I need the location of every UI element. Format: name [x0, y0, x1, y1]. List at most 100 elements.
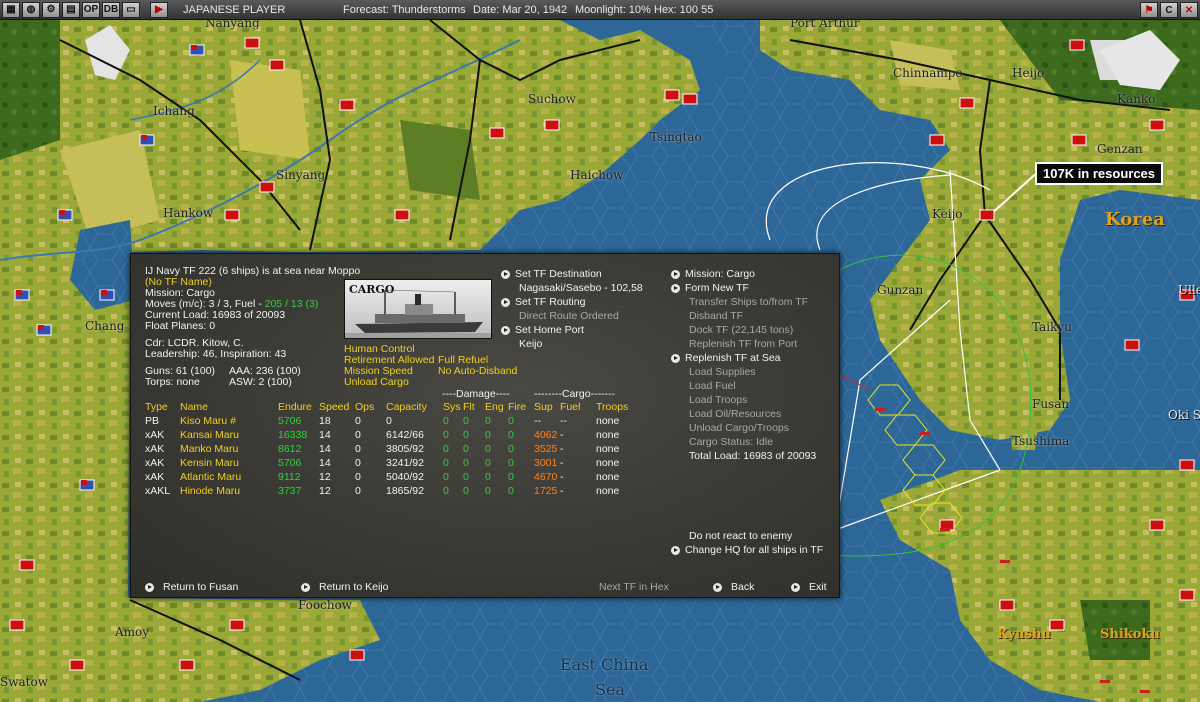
city-label-kanko[interactable]: Kanko	[1117, 92, 1155, 106]
next-tf-button[interactable]: Next TF in Hex	[599, 581, 669, 594]
replenish-sea-label: Replenish TF at Sea	[685, 352, 781, 364]
col-type[interactable]: Type	[145, 400, 180, 414]
col-fire[interactable]: Fire	[508, 400, 534, 414]
col-capacity[interactable]: Capacity	[386, 400, 443, 414]
c-icon[interactable]: C	[1160, 2, 1178, 18]
ship-row[interactable]: xAK Atlantic Maru 9112 12 0 5040/92 0 0 0 0 4670- n…	[145, 470, 636, 484]
city-label-genzan[interactable]: Genzan	[1097, 142, 1143, 156]
col-troops[interactable]: Troops	[596, 400, 636, 414]
city-label-sinyang[interactable]: Sinyang	[276, 168, 325, 182]
ship-name-cell[interactable]: Kensin Maru	[180, 456, 278, 470]
ship-row[interactable]: xAK Manko Maru 8612 14 0 3805/92 0 0 0 0 3525- none	[145, 442, 636, 456]
ship-name-cell[interactable]: Hinode Maru	[180, 484, 278, 498]
unload-cargo-toggle[interactable]: Unload Cargo	[344, 376, 409, 389]
disband-tf-button[interactable]: Disband TF	[689, 310, 743, 323]
globe-icon[interactable]: ◍	[22, 1, 40, 18]
set-destination-button[interactable]: Set TF Destination	[501, 268, 602, 281]
ship-eng-cell: 0	[485, 485, 491, 497]
city-label-foochow[interactable]: Foochow	[298, 598, 352, 612]
city-label-ulle[interactable]: Ulle	[1178, 283, 1200, 297]
db-label: DB	[103, 4, 119, 15]
routing-value: Direct Route Ordered	[519, 310, 619, 322]
city-label-fusan[interactable]: Fusan	[1032, 397, 1069, 411]
exit-button[interactable]: Exit	[791, 581, 827, 594]
load-oil-button[interactable]: Load Oil/Resources	[689, 408, 781, 421]
map-icon[interactable]: ▦	[2, 1, 20, 18]
ship-eng-cell: 0	[485, 443, 491, 455]
col-endure[interactable]: Endure	[278, 400, 319, 414]
tf-asw: ASW: 2 (100)	[229, 376, 292, 388]
ship-name-cell[interactable]: Kiso Maru #	[180, 414, 278, 428]
city-label-hankow[interactable]: Hankow	[163, 206, 213, 220]
load-troops-button[interactable]: Load Troops	[689, 394, 747, 407]
unload-cargo-button[interactable]: Unload Cargo/Troops	[689, 422, 789, 435]
form-new-tf-label: Form New TF	[685, 282, 749, 294]
ship-type-cell: xAK	[145, 443, 165, 455]
transfer-ships-button[interactable]: Transfer Ships to/from TF	[689, 296, 808, 309]
city-label-oki[interactable]: Oki S	[1168, 408, 1200, 422]
col-fuel[interactable]: Fuel	[560, 400, 596, 414]
flag-icon[interactable]: ⚑	[1140, 2, 1158, 18]
auto-disband-toggle[interactable]: No Auto-Disband	[438, 365, 517, 378]
ship-name-cell[interactable]: Kansai Maru	[180, 428, 278, 442]
arrow-icon	[671, 546, 680, 555]
back-button[interactable]: Back	[713, 581, 754, 594]
load-fuel-button[interactable]: Load Fuel	[689, 380, 736, 393]
city-label-ichang[interactable]: Ichang	[153, 104, 195, 118]
return-keijo-button[interactable]: Return to Keijo	[301, 581, 388, 594]
set-home-port-button[interactable]: Set Home Port	[501, 324, 584, 337]
col-name[interactable]: Name	[180, 400, 278, 414]
ship-row[interactable]: PB Kiso Maru #5706 18 0 0 0 0 0 0 -- -- none	[145, 414, 636, 428]
mission-button[interactable]: Mission: Cargo	[671, 268, 755, 281]
do-not-react-toggle[interactable]: Do not react to enemy	[689, 530, 792, 543]
ship-name-cell[interactable]: Manko Maru	[180, 442, 278, 456]
city-label-taikyu[interactable]: Taikyu	[1032, 320, 1072, 334]
settings-icon[interactable]: ⚙	[42, 1, 60, 18]
ship-speed-cell: 18	[319, 415, 331, 427]
replenish-sea-button[interactable]: Replenish TF at Sea	[671, 352, 781, 365]
city-label-tsingtao[interactable]: Tsingtao	[650, 130, 702, 144]
chart-icon[interactable]: ▤	[62, 1, 80, 18]
load-supplies-button[interactable]: Load Supplies	[689, 366, 756, 379]
replenish-port-button[interactable]: Replenish TF from Port	[689, 338, 797, 351]
col-speed[interactable]: Speed	[319, 400, 355, 414]
region-label-kyushu: Kyushu	[997, 627, 1051, 642]
window-icon[interactable]: ▭	[122, 1, 140, 18]
ship-name-cell[interactable]: Atlantic Maru	[180, 470, 278, 484]
col-ops[interactable]: Ops	[355, 400, 386, 414]
change-hq-label: Change HQ for all ships in TF	[685, 544, 824, 556]
city-label-heijo[interactable]: Heijo	[1012, 66, 1044, 80]
ship-endure-cell: 9112	[278, 471, 301, 483]
ship-row[interactable]: xAK Kansai Maru 16338 14 0 6142/66 0 0 0 0 4062- no…	[145, 428, 636, 442]
db-icon[interactable]: DB	[102, 1, 120, 18]
play-icon[interactable]: ▶	[150, 1, 168, 18]
ship-fire-cell: 0	[508, 415, 514, 427]
return-fusan-button[interactable]: Return to Fusan	[145, 581, 238, 594]
ship-row[interactable]: xAKL Hinode Maru 3737 12 0 1865/92 0 0 0 0 1725- no…	[145, 484, 636, 498]
city-label-chang[interactable]: Chang	[85, 319, 124, 333]
dock-tf-button[interactable]: Dock TF (22,145 tons)	[689, 324, 793, 337]
set-routing-button[interactable]: Set TF Routing	[501, 296, 585, 309]
city-label-swatow[interactable]: Swatow	[0, 675, 48, 689]
city-label-amoy[interactable]: Amoy	[115, 625, 149, 639]
ship-flt-cell: 0	[463, 457, 469, 469]
op-icon[interactable]: OP	[82, 1, 100, 18]
city-label-gunzan[interactable]: Gunzan	[877, 283, 923, 297]
col-eng[interactable]: Eng	[485, 400, 508, 414]
change-hq-button[interactable]: Change HQ for all ships in TF	[671, 544, 823, 557]
x-icon[interactable]: ✕	[1180, 2, 1198, 18]
task-force-panel: IJ Navy TF 222 (6 ships) is at sea near …	[130, 253, 840, 598]
set-destination-label: Set TF Destination	[515, 268, 602, 280]
city-label-keijo[interactable]: Keijo	[932, 207, 963, 221]
set-home-port-label: Set Home Port	[515, 324, 584, 336]
ship-row[interactable]: xAK Kensin Maru 5706 14 0 3241/92 0 0 0 0 3001- non…	[145, 456, 636, 470]
city-label-suchow[interactable]: Suchow	[528, 92, 576, 106]
col-sys[interactable]: Sys	[443, 400, 463, 414]
city-label-tsushima[interactable]: Tsushima	[1012, 434, 1069, 448]
col-flt[interactable]: Flt	[463, 400, 485, 414]
col-sup[interactable]: Sup	[534, 400, 560, 414]
ship-sup-cell: 3525	[534, 443, 558, 455]
form-new-tf-button[interactable]: Form New TF	[671, 282, 749, 295]
city-label-chinnampo[interactable]: Chinnampo	[893, 66, 963, 80]
city-label-haichow[interactable]: Haichow	[570, 168, 623, 182]
